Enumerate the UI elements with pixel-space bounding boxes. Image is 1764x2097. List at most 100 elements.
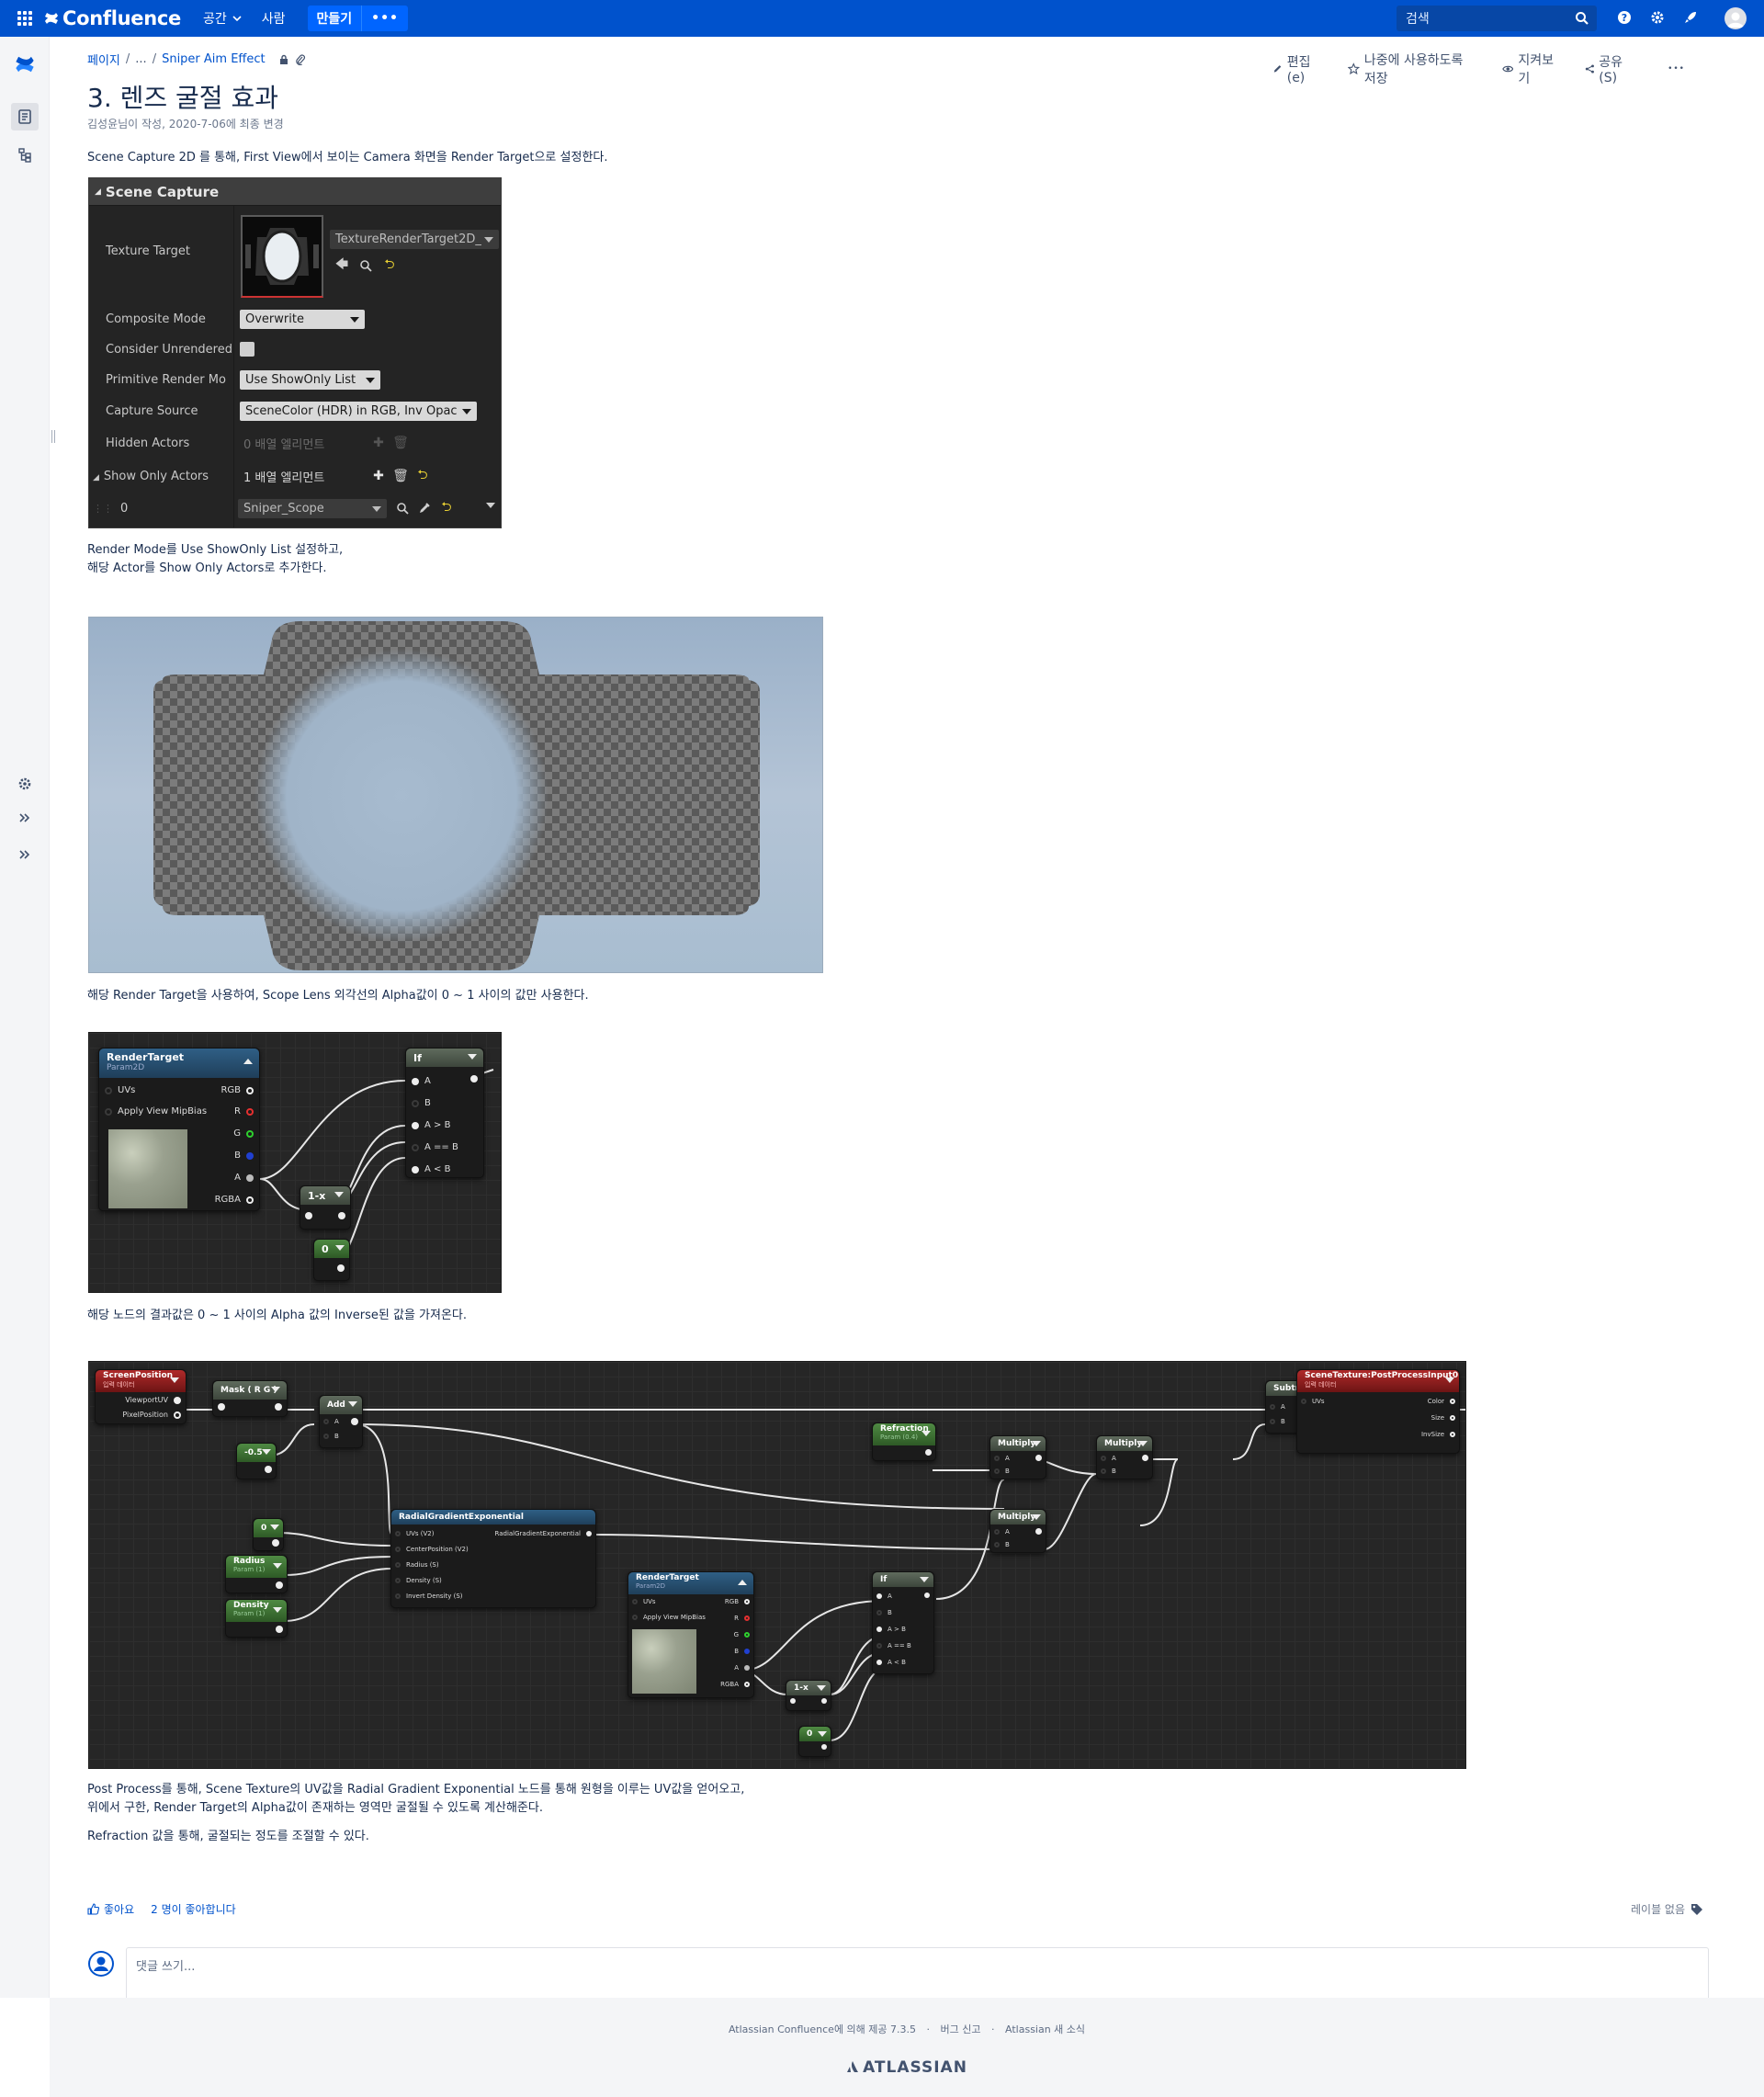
multiply-node-top[interactable]: Multiply A B — [989, 1435, 1046, 1479]
constant-zero-center-output-pin[interactable] — [272, 1539, 279, 1547]
breadcrumb-ellipsis-link[interactable]: ... — [135, 52, 146, 66]
reset-arrow-icon[interactable]: ⮌ — [381, 257, 398, 274]
screen-position-node[interactable]: ScreenPosition 입력 데이터 ViewportUV PixelPos… — [95, 1369, 187, 1424]
drag-handle-icon[interactable]: ⋮⋮ — [93, 503, 113, 515]
breadcrumb-pages-link[interactable]: 페이지 — [87, 51, 120, 68]
one-minus-output-pin[interactable] — [338, 1212, 345, 1219]
rgba-output-pin[interactable]: RGBA — [215, 1195, 254, 1205]
if2-a-eq-b-pin[interactable]: A == B — [876, 1642, 911, 1649]
multiply-bottom-output-pin[interactable] — [1035, 1528, 1042, 1535]
scene-texture-node[interactable]: SceneTexture:PostProcessInput0 입력 데이터 UVs… — [1296, 1369, 1460, 1454]
rge-invert-density-pin[interactable]: Invert Density (S) — [395, 1593, 463, 1600]
uvs-input-pin[interactable]: UVs — [105, 1085, 135, 1095]
browse-magnifier-icon[interactable] — [394, 500, 411, 516]
refraction-parameter-node[interactable]: Refraction Param (0.4) — [872, 1423, 936, 1461]
scene-capture-section-header[interactable]: ◢ Scene Capture — [89, 178, 501, 206]
mask-input-pin[interactable] — [218, 1403, 225, 1411]
help-icon[interactable]: ? — [1614, 7, 1634, 28]
constant-zero-center-node[interactable]: 0 — [253, 1518, 284, 1551]
rt2-r-pin[interactable]: R — [734, 1615, 750, 1622]
show-only-actor-dropdown[interactable]: Sniper_Scope — [238, 498, 387, 518]
trash-icon[interactable]: 🗑 — [392, 468, 409, 484]
density-output-pin[interactable] — [276, 1626, 283, 1633]
expand-sidebar-secondary-icon[interactable] — [14, 844, 36, 866]
rge-output-pin[interactable]: RadialGradientExponential — [495, 1530, 592, 1537]
if-output-pin[interactable] — [470, 1075, 478, 1083]
rgb-output-pin[interactable]: RGB — [220, 1085, 254, 1095]
constant-zero-2-output-pin[interactable] — [821, 1744, 827, 1750]
multiply-top-output-pin[interactable] — [1035, 1455, 1042, 1461]
capture-source-dropdown[interactable]: SceneColor (HDR) in RGB, Inv Opac — [240, 401, 477, 421]
multiply-right-b-pin[interactable]: B — [1101, 1468, 1116, 1475]
if-b-pin[interactable]: B — [412, 1098, 431, 1108]
one-minus-2-output-pin[interactable] — [821, 1698, 827, 1704]
settings-gear-icon[interactable] — [1647, 7, 1668, 28]
scene-texture-invsize-pin[interactable]: InvSize — [1421, 1431, 1455, 1438]
atlassian-logo[interactable]: ATLASSIAN — [50, 2058, 1764, 2077]
eyedropper-icon[interactable] — [416, 500, 433, 516]
texture-target-thumbnail[interactable] — [241, 215, 323, 298]
viewport-uv-output-pin[interactable]: ViewportUV — [125, 1396, 181, 1404]
browse-magnifier-icon[interactable] — [357, 257, 374, 274]
one-minus-node[interactable]: 1-x — [300, 1185, 351, 1230]
expand-sidebar-icon[interactable] — [14, 807, 36, 829]
rt2-g-pin[interactable]: G — [734, 1631, 750, 1638]
constant-zero-node[interactable]: 0 — [313, 1239, 350, 1281]
if2-b-pin[interactable]: B — [876, 1609, 892, 1616]
render-target-node[interactable]: RenderTarget Param2D UVs Apply View MipB… — [98, 1048, 260, 1211]
label-tag-icon[interactable] — [1690, 1903, 1703, 1916]
space-settings-gear-icon[interactable] — [14, 773, 36, 795]
reset-arrow-icon[interactable]: ⮌ — [414, 468, 431, 484]
powered-by-link[interactable]: Atlassian Confluence에 의해 제공 7.3.5 — [729, 2023, 916, 2035]
subtract-b-pin[interactable]: B — [1270, 1418, 1285, 1425]
a-output-pin[interactable]: A — [234, 1173, 254, 1183]
space-logo-icon[interactable] — [14, 53, 36, 75]
if-a-greater-b-pin[interactable]: A > B — [412, 1120, 450, 1130]
density-parameter-node[interactable]: Density Param (1) — [225, 1599, 288, 1638]
multiply-bottom-a-pin[interactable]: A — [994, 1528, 1010, 1536]
like-count-link[interactable]: 2 명이 좋아합니다 — [151, 1901, 236, 1917]
if2-a-lt-b-pin[interactable]: A < B — [876, 1659, 906, 1666]
report-bug-link[interactable]: 버그 신고 — [941, 2023, 981, 2035]
share-button[interactable]: 공유(S) — [1585, 52, 1637, 85]
add-b-pin[interactable]: B — [323, 1433, 339, 1440]
rge-center-pin[interactable]: CenterPosition (V2) — [395, 1546, 469, 1553]
trash-icon[interactable]: 🗑 — [392, 435, 409, 451]
multiply-node-right[interactable]: Multiply A B — [1096, 1435, 1153, 1479]
radius-output-pin[interactable] — [276, 1581, 283, 1589]
rge-radius-pin[interactable]: Radius (S) — [395, 1561, 439, 1569]
reset-arrow-icon[interactable]: ⮌ — [438, 500, 455, 516]
rt2-b-pin[interactable]: B — [734, 1648, 750, 1655]
people-link[interactable]: 사람 — [262, 9, 286, 28]
rt2-mip-pin[interactable]: Apply View MipBias — [632, 1614, 706, 1621]
constant-neg-half-node[interactable]: -0.5 — [236, 1443, 277, 1479]
multiply-top-a-pin[interactable]: A — [994, 1455, 1010, 1462]
like-button[interactable]: 좋아요 — [87, 1901, 134, 1917]
one-minus-node-2[interactable]: 1-x — [786, 1680, 831, 1711]
scene-texture-size-pin[interactable]: Size — [1431, 1414, 1455, 1422]
atlassian-news-link[interactable]: Atlassian 새 소식 — [1005, 2023, 1085, 2035]
app-switcher-icon[interactable] — [17, 11, 32, 26]
r-output-pin[interactable]: R — [234, 1106, 254, 1117]
if-a-equals-b-pin[interactable]: A == B — [412, 1142, 458, 1152]
watch-button[interactable]: 지켜보기 — [1502, 51, 1561, 87]
if-a-pin[interactable]: A — [412, 1076, 431, 1086]
constant-neg-half-output-pin[interactable] — [265, 1466, 272, 1473]
if-a-less-b-pin[interactable]: A < B — [412, 1164, 450, 1174]
spaces-menu[interactable]: 공간 — [203, 9, 242, 28]
search-input[interactable]: 검색 — [1396, 6, 1597, 31]
mask-rg-node[interactable]: Mask ( R G ) — [212, 1380, 288, 1417]
texture-target-dropdown[interactable]: TextureRenderTarget2D_ — [330, 230, 499, 249]
rt2-rgb-pin[interactable]: RGB — [725, 1598, 750, 1605]
rt2-rgba-pin[interactable]: RGBA — [720, 1681, 750, 1688]
radius-parameter-node[interactable]: Radius Param (1) — [225, 1555, 288, 1593]
one-minus-2-input-pin[interactable] — [790, 1698, 796, 1704]
use-selected-arrow-icon[interactable]: 🡄 — [334, 257, 350, 274]
multiply-node-bottom[interactable]: Multiply A B — [989, 1509, 1046, 1553]
add-element-icon[interactable]: ✚ — [370, 468, 387, 484]
create-button[interactable]: 만들기 — [308, 6, 362, 31]
if2-a-gt-b-pin[interactable]: A > B — [876, 1626, 906, 1633]
refraction-output-pin[interactable] — [925, 1449, 932, 1456]
element-options-chevron-icon[interactable] — [486, 503, 495, 508]
if2-a-pin[interactable]: A — [876, 1593, 892, 1600]
